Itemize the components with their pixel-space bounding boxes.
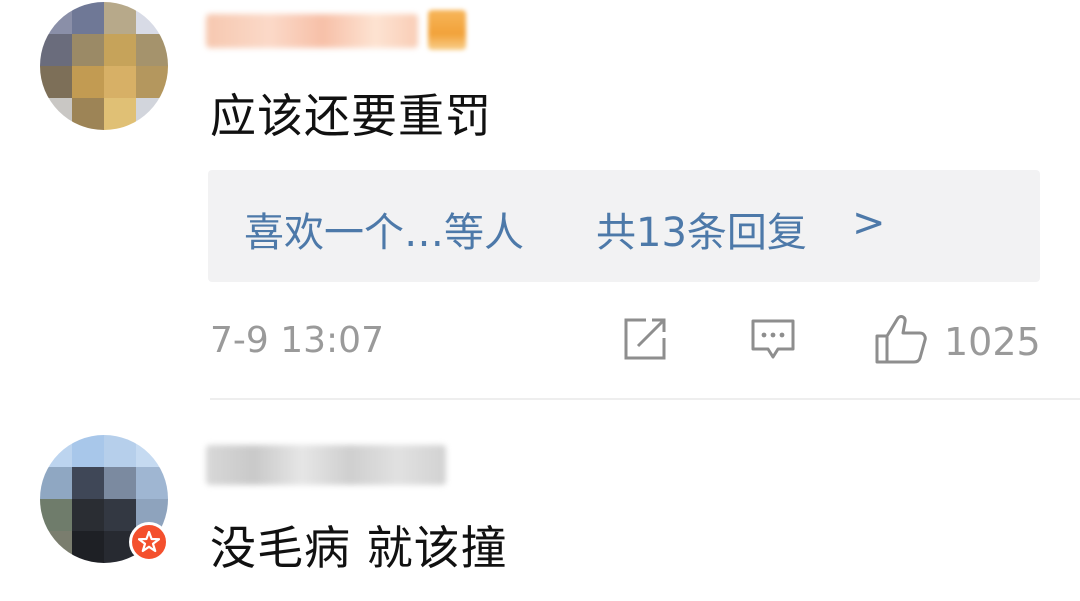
comment-text: 应该还要重罚 (210, 89, 492, 143)
username[interactable] (206, 14, 418, 48)
reply-count-link[interactable]: 共13条回复 (596, 200, 807, 258)
reply-summary[interactable]: 喜欢一个…等人 共13条回复 > (208, 170, 1040, 282)
comment-item: 应该还要重罚 喜欢一个…等人 共13条回复 > 7-9 13:07 1025 (0, 0, 1080, 400)
avatar[interactable] (40, 2, 168, 130)
like-count: 1025 (944, 320, 1041, 364)
share-icon[interactable] (622, 316, 668, 366)
comment-text: 没毛病 就该撞 (210, 521, 508, 575)
vip-badge-icon (129, 522, 169, 562)
timestamp: 7-9 13:07 (210, 320, 384, 361)
comment-item: 没毛病 就该撞 (0, 400, 1080, 601)
comment-icon[interactable] (750, 316, 796, 366)
member-badge-icon (428, 10, 466, 50)
thumbs-up-icon[interactable] (874, 312, 928, 370)
reply-users[interactable]: 喜欢一个…等人 (244, 200, 524, 258)
comment-list: 应该还要重罚 喜欢一个…等人 共13条回复 > 7-9 13:07 1025 没… (0, 0, 1080, 601)
chevron-right-icon[interactable]: > (852, 200, 886, 246)
username[interactable] (206, 445, 446, 485)
